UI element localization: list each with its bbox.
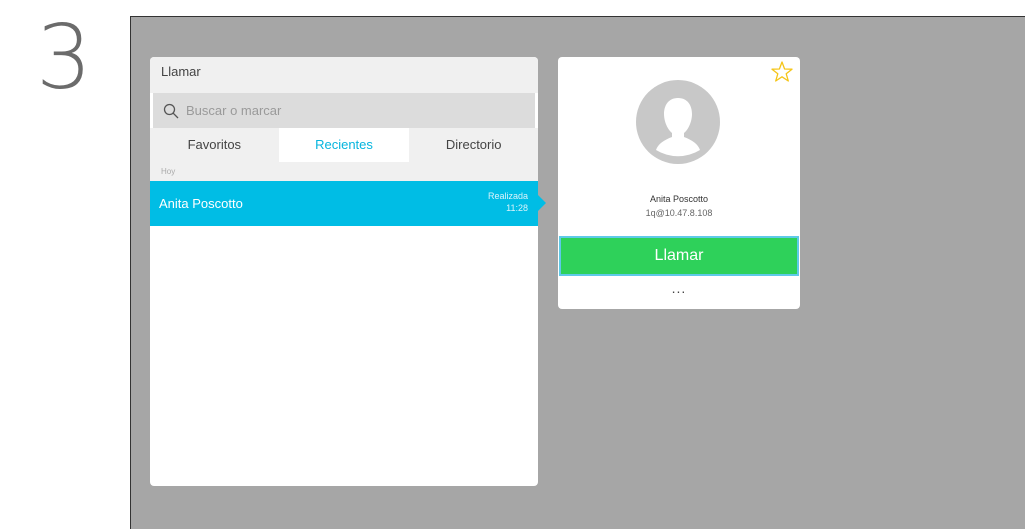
call-time: 11:28 bbox=[506, 203, 528, 213]
avatar bbox=[636, 80, 720, 164]
search-icon bbox=[163, 103, 179, 118]
tab-recientes[interactable]: Recientes bbox=[278, 128, 409, 162]
star-outline-icon[interactable] bbox=[770, 60, 794, 84]
section-label-today: Hoy bbox=[150, 162, 538, 181]
tab-favoritos[interactable]: Favoritos bbox=[150, 128, 279, 162]
contact-card: Anita Poscotto 1q@10.47.8.108 Llamar ... bbox=[558, 57, 800, 309]
search-input[interactable] bbox=[184, 102, 488, 119]
call-panel: Llamar Favoritos Recientes Directorio Ho… bbox=[150, 57, 546, 486]
recent-call-status: Realizada 11:28 bbox=[488, 190, 528, 214]
more-options-button[interactable]: ... bbox=[664, 281, 694, 299]
contact-name: Anita Poscotto bbox=[649, 194, 709, 204]
call-button[interactable]: Llamar bbox=[561, 238, 797, 274]
call-status-label: Realizada bbox=[487, 191, 528, 201]
recent-contact-name: Anita Poscotto bbox=[159, 196, 243, 211]
call-panel-title: Llamar bbox=[150, 57, 538, 93]
list-item[interactable]: Anita Poscotto Realizada 11:28 bbox=[150, 181, 546, 226]
device-screen: Llamar Favoritos Recientes Directorio Ho… bbox=[130, 16, 1025, 529]
person-silhouette-icon bbox=[656, 98, 700, 157]
tab-directorio[interactable]: Directorio bbox=[408, 128, 538, 162]
step-number: 3 bbox=[36, 6, 92, 109]
contact-address: 1q@10.47.8.108 bbox=[645, 208, 713, 218]
search-box[interactable] bbox=[153, 93, 535, 128]
tab-bar: Favoritos Recientes Directorio bbox=[150, 128, 538, 162]
selection-pointer bbox=[538, 195, 546, 211]
